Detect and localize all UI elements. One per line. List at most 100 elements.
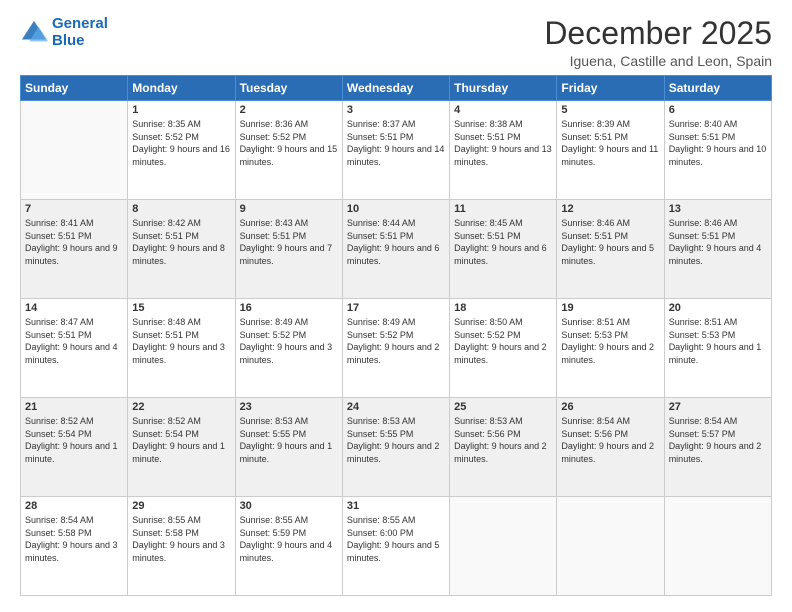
day-info: Sunrise: 8:54 AMSunset: 5:56 PMDaylight:…: [561, 415, 659, 465]
location: Iguena, Castille and Leon, Spain: [544, 53, 772, 69]
calendar-cell: 21 Sunrise: 8:52 AMSunset: 5:54 PMDayligh…: [21, 398, 128, 497]
day-number: 4: [454, 104, 552, 116]
day-number: 3: [347, 104, 445, 116]
day-info: Sunrise: 8:46 AMSunset: 5:51 PMDaylight:…: [669, 217, 767, 267]
day-number: 20: [669, 302, 767, 314]
day-info: Sunrise: 8:53 AMSunset: 5:55 PMDaylight:…: [347, 415, 445, 465]
calendar-cell: 7 Sunrise: 8:41 AMSunset: 5:51 PMDaylight…: [21, 200, 128, 299]
day-number: 25: [454, 401, 552, 413]
calendar-cell: 22 Sunrise: 8:52 AMSunset: 5:54 PMDayligh…: [128, 398, 235, 497]
calendar-cell: 18 Sunrise: 8:50 AMSunset: 5:52 PMDayligh…: [450, 299, 557, 398]
day-info: Sunrise: 8:38 AMSunset: 5:51 PMDaylight:…: [454, 118, 552, 168]
day-info: Sunrise: 8:41 AMSunset: 5:51 PMDaylight:…: [25, 217, 123, 267]
calendar-cell: 11 Sunrise: 8:45 AMSunset: 5:51 PMDayligh…: [450, 200, 557, 299]
day-number: 26: [561, 401, 659, 413]
day-info: Sunrise: 8:35 AMSunset: 5:52 PMDaylight:…: [132, 118, 230, 168]
weekday-header-sunday: Sunday: [21, 76, 128, 101]
day-info: Sunrise: 8:52 AMSunset: 5:54 PMDaylight:…: [132, 415, 230, 465]
day-number: 1: [132, 104, 230, 116]
day-number: 13: [669, 203, 767, 215]
day-number: 29: [132, 500, 230, 512]
calendar-week-row: 21 Sunrise: 8:52 AMSunset: 5:54 PMDayligh…: [21, 398, 772, 497]
calendar-week-row: 1 Sunrise: 8:35 AMSunset: 5:52 PMDaylight…: [21, 101, 772, 200]
weekday-header-tuesday: Tuesday: [235, 76, 342, 101]
weekday-header-saturday: Saturday: [664, 76, 771, 101]
day-info: Sunrise: 8:37 AMSunset: 5:51 PMDaylight:…: [347, 118, 445, 168]
header: General Blue December 2025 Iguena, Casti…: [20, 16, 772, 69]
calendar-cell: 26 Sunrise: 8:54 AMSunset: 5:56 PMDayligh…: [557, 398, 664, 497]
logo-icon: [20, 19, 48, 47]
calendar-cell: 23 Sunrise: 8:53 AMSunset: 5:55 PMDayligh…: [235, 398, 342, 497]
page: General Blue December 2025 Iguena, Casti…: [0, 0, 792, 612]
day-info: Sunrise: 8:40 AMSunset: 5:51 PMDaylight:…: [669, 118, 767, 168]
calendar-cell: [450, 497, 557, 596]
calendar-cell: 31 Sunrise: 8:55 AMSunset: 6:00 PMDayligh…: [342, 497, 449, 596]
calendar-week-row: 28Sunrise: 8:54 AMSunset: 5:58 PMDayligh…: [21, 497, 772, 596]
month-title: December 2025: [544, 16, 772, 51]
day-number: 2: [240, 104, 338, 116]
title-block: December 2025 Iguena, Castille and Leon,…: [544, 16, 772, 69]
day-number: 27: [669, 401, 767, 413]
calendar-cell: 6 Sunrise: 8:40 AMSunset: 5:51 PMDaylight…: [664, 101, 771, 200]
day-info: Sunrise: 8:52 AMSunset: 5:54 PMDaylight:…: [25, 415, 123, 465]
calendar-cell: [664, 497, 771, 596]
day-number: 23: [240, 401, 338, 413]
day-info: Sunrise: 8:55 AMSunset: 5:59 PMDaylight:…: [240, 514, 338, 564]
calendar-cell: 14Sunrise: 8:47 AMSunset: 5:51 PMDayligh…: [21, 299, 128, 398]
calendar-cell: 29 Sunrise: 8:55 AMSunset: 5:58 PMDayligh…: [128, 497, 235, 596]
day-info: Sunrise: 8:54 AMSunset: 5:57 PMDaylight:…: [669, 415, 767, 465]
day-info: Sunrise: 8:46 AMSunset: 5:51 PMDaylight:…: [561, 217, 659, 267]
calendar-cell: 5Sunrise: 8:39 AMSunset: 5:51 PMDaylight…: [557, 101, 664, 200]
day-number: 30: [240, 500, 338, 512]
calendar-cell: 17Sunrise: 8:49 AMSunset: 5:52 PMDayligh…: [342, 299, 449, 398]
calendar: SundayMondayTuesdayWednesdayThursdayFrid…: [20, 75, 772, 596]
day-number: 5: [561, 104, 659, 116]
day-info: Sunrise: 8:43 AMSunset: 5:51 PMDaylight:…: [240, 217, 338, 267]
day-number: 24: [347, 401, 445, 413]
calendar-cell: 1 Sunrise: 8:35 AMSunset: 5:52 PMDaylight…: [128, 101, 235, 200]
day-info: Sunrise: 8:45 AMSunset: 5:51 PMDaylight:…: [454, 217, 552, 267]
day-number: 9: [240, 203, 338, 215]
day-info: Sunrise: 8:49 AMSunset: 5:52 PMDaylight:…: [240, 316, 338, 366]
day-number: 21: [25, 401, 123, 413]
logo-line2: Blue: [52, 32, 85, 49]
weekday-header-monday: Monday: [128, 76, 235, 101]
calendar-cell: [21, 101, 128, 200]
day-number: 18: [454, 302, 552, 314]
day-info: Sunrise: 8:49 AMSunset: 5:52 PMDaylight:…: [347, 316, 445, 366]
day-number: 22: [132, 401, 230, 413]
day-info: Sunrise: 8:51 AMSunset: 5:53 PMDaylight:…: [561, 316, 659, 366]
day-info: Sunrise: 8:47 AMSunset: 5:51 PMDaylight:…: [25, 316, 123, 366]
calendar-cell: 9 Sunrise: 8:43 AMSunset: 5:51 PMDaylight…: [235, 200, 342, 299]
day-number: 31: [347, 500, 445, 512]
calendar-cell: 16 Sunrise: 8:49 AMSunset: 5:52 PMDayligh…: [235, 299, 342, 398]
calendar-cell: 30 Sunrise: 8:55 AMSunset: 5:59 PMDayligh…: [235, 497, 342, 596]
calendar-cell: [557, 497, 664, 596]
day-info: Sunrise: 8:36 AMSunset: 5:52 PMDaylight:…: [240, 118, 338, 168]
calendar-week-row: 7 Sunrise: 8:41 AMSunset: 5:51 PMDaylight…: [21, 200, 772, 299]
day-number: 15: [132, 302, 230, 314]
weekday-header-wednesday: Wednesday: [342, 76, 449, 101]
day-number: 19: [561, 302, 659, 314]
day-info: Sunrise: 8:53 AMSunset: 5:56 PMDaylight:…: [454, 415, 552, 465]
calendar-cell: 3 Sunrise: 8:37 AMSunset: 5:51 PMDaylight…: [342, 101, 449, 200]
day-info: Sunrise: 8:53 AMSunset: 5:55 PMDaylight:…: [240, 415, 338, 465]
weekday-header-friday: Friday: [557, 76, 664, 101]
day-number: 16: [240, 302, 338, 314]
day-number: 11: [454, 203, 552, 215]
day-info: Sunrise: 8:50 AMSunset: 5:52 PMDaylight:…: [454, 316, 552, 366]
day-number: 6: [669, 104, 767, 116]
weekday-header-thursday: Thursday: [450, 76, 557, 101]
calendar-cell: 20 Sunrise: 8:51 AMSunset: 5:53 PMDayligh…: [664, 299, 771, 398]
calendar-week-row: 14Sunrise: 8:47 AMSunset: 5:51 PMDayligh…: [21, 299, 772, 398]
day-number: 8: [132, 203, 230, 215]
day-info: Sunrise: 8:51 AMSunset: 5:53 PMDaylight:…: [669, 316, 767, 366]
day-info: Sunrise: 8:55 AMSunset: 6:00 PMDaylight:…: [347, 514, 445, 564]
day-number: 7: [25, 203, 123, 215]
day-info: Sunrise: 8:55 AMSunset: 5:58 PMDaylight:…: [132, 514, 230, 564]
calendar-header-row: SundayMondayTuesdayWednesdayThursdayFrid…: [21, 76, 772, 101]
calendar-cell: 19 Sunrise: 8:51 AMSunset: 5:53 PMDayligh…: [557, 299, 664, 398]
day-info: Sunrise: 8:44 AMSunset: 5:51 PMDaylight:…: [347, 217, 445, 267]
day-info: Sunrise: 8:48 AMSunset: 5:51 PMDaylight:…: [132, 316, 230, 366]
calendar-cell: 27 Sunrise: 8:54 AMSunset: 5:57 PMDayligh…: [664, 398, 771, 497]
